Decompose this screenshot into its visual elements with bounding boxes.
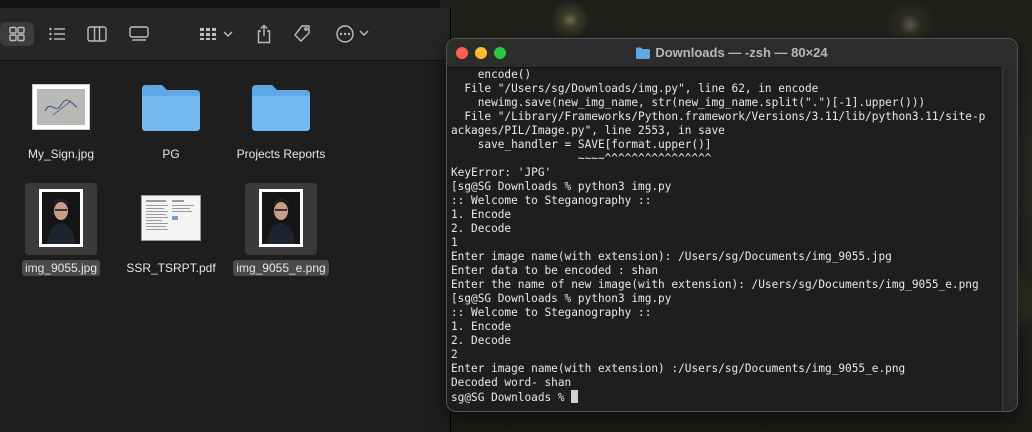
- terminal-line: Decoded word- shan: [451, 376, 572, 389]
- terminal-line: [sg@SG Downloads % python3 img.py: [451, 180, 672, 193]
- terminal-line: Enter image name(with extension): /Users…: [451, 250, 892, 263]
- terminal-line: 1. Encode: [451, 320, 512, 333]
- gallery-view-icon: [129, 26, 149, 41]
- terminal-line: newimg.save(new_img_name, str(new_img_na…: [451, 96, 926, 109]
- tag-button[interactable]: [290, 22, 314, 46]
- file-name: img_9055_e.png: [226, 260, 336, 276]
- terminal-line: Enter data to be encoded : shan: [451, 264, 659, 277]
- gallery-view-button[interactable]: [126, 22, 152, 46]
- file-name: My_Sign.jpg: [27, 147, 95, 161]
- more-actions-button[interactable]: [332, 22, 374, 46]
- terminal-line: 2: [451, 348, 458, 361]
- terminal-line: Enter image name(with extension) :/Users…: [451, 362, 906, 375]
- folder-icon: [140, 81, 202, 138]
- file-item[interactable]: SSR_TSRPT.pdf: [116, 181, 226, 291]
- file-name: PG: [162, 147, 180, 161]
- terminal-line: KeyError: 'JPG': [451, 166, 552, 179]
- file-item[interactable]: img_9055.jpg: [6, 181, 116, 291]
- terminal-window: Downloads — -zsh — 80×24 encode() File "…: [446, 38, 1018, 412]
- file-name: img_9055.jpg: [6, 260, 116, 276]
- terminal-line: :: Welcome to Steganography ::: [451, 194, 652, 207]
- finder-window: My_Sign.jpg PG Projects Reports img_9055…: [0, 8, 451, 432]
- list-view-icon: [49, 27, 65, 41]
- terminal-line: ~~~~^^^^^^^^^^^^^^^^: [451, 152, 712, 165]
- file-item[interactable]: Projects Reports: [226, 61, 336, 181]
- file-item[interactable]: My_Sign.jpg: [6, 61, 116, 181]
- image-portrait-icon: [39, 189, 83, 247]
- folder-icon: [636, 47, 651, 59]
- terminal-prompt-line: sg@SG Downloads %: [451, 390, 1017, 404]
- terminal-line: save_handler = SAVE[format.upper()]: [451, 138, 712, 151]
- terminal-line: 2. Decode: [451, 334, 512, 347]
- file-item[interactable]: PG: [116, 61, 226, 181]
- terminal-titlebar[interactable]: Downloads — -zsh — 80×24: [447, 39, 1017, 68]
- terminal-output[interactable]: encode() File "/Users/sg/Downloads/img.p…: [451, 67, 1017, 411]
- file-name: SSR_TSRPT.pdf: [126, 261, 216, 275]
- share-button[interactable]: [252, 22, 276, 46]
- terminal-line: 1. Encode: [451, 208, 512, 221]
- terminal-line: [sg@SG Downloads % python3 img.py: [451, 292, 672, 305]
- text-cursor: [571, 390, 579, 403]
- icon-view-grid-icon: [9, 26, 25, 42]
- terminal-line: File "/Users/sg/Downloads/img.py", line …: [451, 82, 819, 95]
- icon-view-button[interactable]: [0, 22, 34, 46]
- terminal-line: Enter the name of new image(with extensi…: [451, 278, 979, 291]
- terminal-scrollbar[interactable]: [1002, 67, 1017, 411]
- image-signature-icon: [32, 84, 90, 130]
- image-portrait-icon: [259, 189, 303, 247]
- column-view-icon: [87, 26, 107, 42]
- group-button[interactable]: [196, 22, 238, 46]
- terminal-title: Downloads — -zsh — 80×24: [447, 45, 1017, 60]
- tag-icon: [294, 25, 310, 42]
- column-view-button[interactable]: [84, 22, 110, 46]
- terminal-line: 2. Decode: [451, 222, 512, 235]
- terminal-line: :: Welcome to Steganography ::: [451, 306, 652, 319]
- terminal-line: 1: [451, 236, 458, 249]
- share-icon: [257, 24, 271, 44]
- group-icon: [200, 28, 233, 40]
- folder-icon: [250, 81, 312, 138]
- terminal-line: File "/Library/Frameworks/Python.framewo…: [451, 110, 986, 123]
- finder-file-area: My_Sign.jpg PG Projects Reports img_9055…: [0, 61, 450, 432]
- more-actions-icon: [336, 25, 369, 43]
- terminal-prompt: sg@SG Downloads %: [451, 391, 572, 404]
- terminal-line: encode(): [451, 68, 532, 81]
- file-name: Projects Reports: [236, 147, 326, 161]
- pdf-icon: [141, 195, 201, 241]
- list-view-button[interactable]: [44, 22, 70, 46]
- file-item[interactable]: img_9055_e.png: [226, 181, 336, 291]
- terminal-line: ackages/PIL/Image.py", line 2553, in sav…: [451, 124, 725, 137]
- finder-toolbar: [0, 8, 450, 61]
